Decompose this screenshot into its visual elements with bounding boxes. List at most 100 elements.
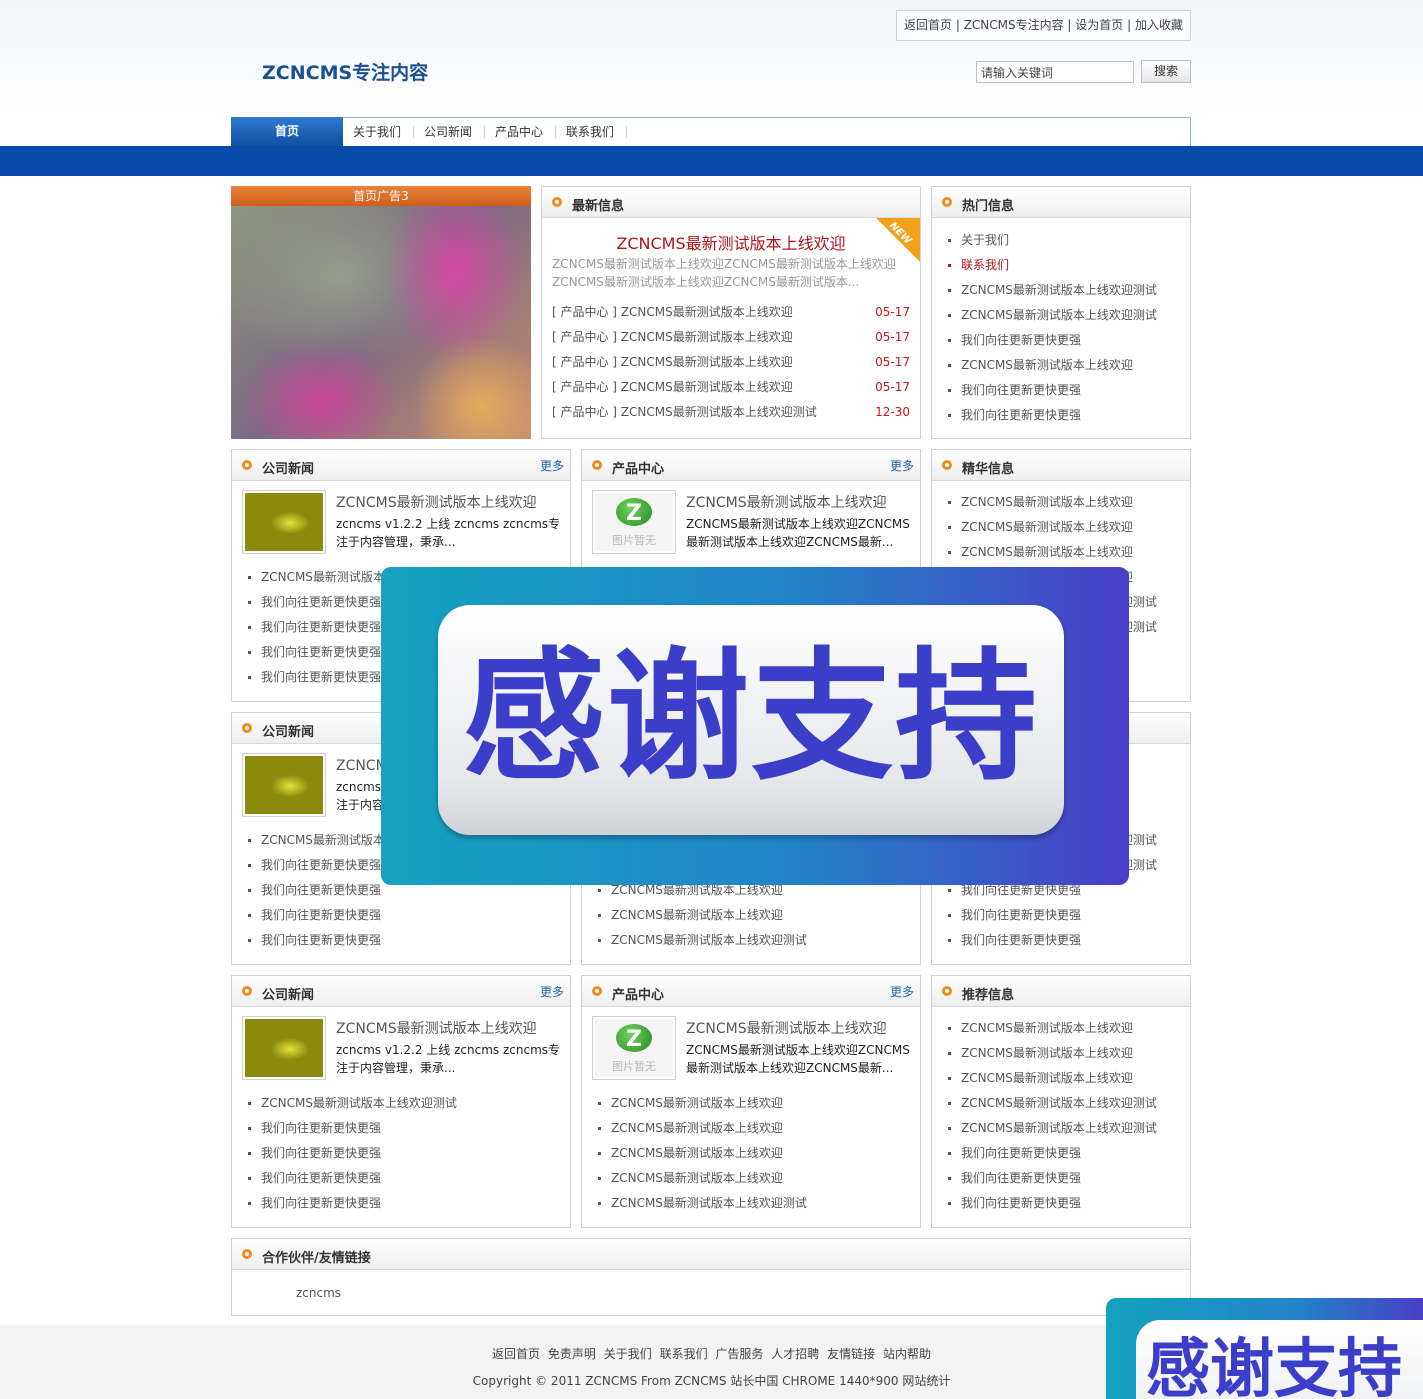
list-item[interactable]: 我们向往更新更快更强 [945, 1141, 1190, 1166]
thanks-popup-overlay[interactable]: 感谢支持 [381, 567, 1129, 885]
home-ad-banner[interactable]: 首页广告3 [231, 186, 531, 439]
list-item[interactable]: 我们向往更新更快更强 [945, 1166, 1190, 1191]
thanks-float-badge[interactable]: 感谢支持 [1106, 1298, 1423, 1399]
list-item[interactable]: ZCNCMS最新测试版本上线欢迎 [945, 540, 1190, 565]
nav-item-about[interactable]: 关于我们 [343, 126, 415, 138]
thanks-popup-button[interactable]: 感谢支持 [438, 605, 1064, 835]
list-item[interactable]: 我们向往更新更快更强 [245, 1191, 570, 1216]
item-text: [ 产品中心 ] ZCNCMS最新测试版本上线欢迎 [552, 330, 793, 344]
latest-headline[interactable]: ZCNCMS最新测试版本上线欢迎 [542, 230, 920, 254]
photo-image [245, 756, 323, 814]
list-item[interactable]: ZCNCMS最新测试版本上线欢迎测试 [945, 303, 1190, 328]
site-logo[interactable]: ZCNCMS专注内容 [262, 58, 428, 85]
box-header: 热门信息 [932, 187, 1190, 218]
featured-title[interactable]: ZCNCMS最新测试版本上线欢迎 [686, 492, 887, 512]
list-item[interactable]: [ 产品中心 ] ZCNCMS最新测试版本上线欢迎 05-17 [552, 300, 910, 325]
list-item[interactable]: 我们向往更新更快更强 [945, 928, 1190, 953]
nav-item-contact[interactable]: 联系我们 [556, 126, 628, 138]
list-item[interactable]: 联系我们 [945, 253, 1190, 278]
box-header: 合作伙伴/友情链接 [232, 1239, 1190, 1270]
bullet-circle-icon [552, 197, 562, 207]
list-item[interactable]: 我们向往更新更快更强 [245, 928, 570, 953]
bullet-circle-icon [942, 986, 952, 996]
product-list: ZCNCMS最新测试版本上线欢迎 ZCNCMS最新测试版本上线欢迎 ZCNCMS… [582, 1091, 920, 1216]
list-item[interactable]: ZCNCMS最新测试版本上线欢迎 [945, 515, 1190, 540]
list-item[interactable]: 我们向往更新更快更强 [945, 403, 1190, 428]
item-text: [ 产品中心 ] ZCNCMS最新测试版本上线欢迎 [552, 380, 793, 394]
more-link[interactable]: 更多 [540, 983, 564, 1000]
product-thumbnail[interactable]: Z 图片暂无 [592, 1016, 676, 1080]
article-thumbnail[interactable] [242, 753, 326, 817]
partner-link[interactable]: zcncms [296, 1286, 341, 1300]
box-title: 推荐信息 [962, 988, 1015, 1003]
thumb-label: 图片暂无 [612, 534, 656, 547]
list-item[interactable]: ZCNCMS最新测试版本上线欢迎测试 [595, 928, 920, 953]
main-nav: 首页 关于我们 公司新闻 产品中心 联系我们 [231, 117, 1191, 147]
list-item[interactable]: 我们向往更新更快更强 [945, 378, 1190, 403]
list-item[interactable]: [ 产品中心 ] ZCNCMS最新测试版本上线欢迎 05-17 [552, 375, 910, 400]
list-item[interactable]: ZCNCMS最新测试版本上线欢迎测试 [595, 1191, 920, 1216]
list-item[interactable]: 我们向往更新更快更强 [245, 903, 570, 928]
search-button[interactable]: 搜索 [1141, 60, 1191, 83]
list-item[interactable]: ZCNCMS最新测试版本上线欢迎 [945, 1016, 1190, 1041]
list-item[interactable]: ZCNCMS最新测试版本上线欢迎 [595, 903, 920, 928]
list-item[interactable]: 关于我们 [945, 228, 1190, 253]
list-item[interactable]: ZCNCMS最新测试版本上线欢迎 [595, 1166, 920, 1191]
news-list: ZCNCMS最新测试版本上线欢迎测试 我们向往更新更快更强 我们向往更新更快更强… [232, 1091, 570, 1216]
box-header: 产品中心 更多 [582, 976, 920, 1007]
list-item[interactable]: ZCNCMS最新测试版本上线欢迎 [595, 1091, 920, 1116]
more-link[interactable]: 更多 [890, 983, 914, 1000]
list-item[interactable]: 我们向往更新更快更强 [945, 1191, 1190, 1216]
list-item[interactable]: ZCNCMS最新测试版本上线欢迎 [945, 490, 1190, 515]
footer-link-disclaimer[interactable]: 免责声明 [548, 1347, 596, 1361]
featured-desc: zcncms v1.2.2 上线 zcncms zcncms专注于内容管理，秉承… [336, 1043, 561, 1075]
list-item[interactable]: ZCNCMS最新测试版本上线欢迎测试 [945, 1116, 1190, 1141]
list-item[interactable]: 我们向往更新更快更强 [245, 1141, 570, 1166]
footer-link-about[interactable]: 关于我们 [604, 1347, 652, 1361]
list-item[interactable]: ZCNCMS最新测试版本上线欢迎 [945, 353, 1190, 378]
box-header: 推荐信息 [932, 976, 1190, 1007]
footer-link-ads[interactable]: 广告服务 [715, 1347, 763, 1361]
search-input[interactable] [976, 61, 1134, 83]
list-item[interactable]: ZCNCMS最新测试版本上线欢迎 [595, 1116, 920, 1141]
footer-link-home[interactable]: 返回首页 [492, 1347, 540, 1361]
hot-info-box: 热门信息 关于我们 联系我们 ZCNCMS最新测试版本上线欢迎测试 ZCNCMS… [931, 186, 1191, 439]
item-date: 05-17 [875, 355, 910, 369]
article-thumbnail[interactable] [242, 490, 326, 554]
list-item[interactable]: ZCNCMS最新测试版本上线欢迎 [945, 1066, 1190, 1091]
list-item[interactable]: 我们向往更新更快更强 [945, 328, 1190, 353]
list-item[interactable]: ZCNCMS最新测试版本上线欢迎测试 [945, 278, 1190, 303]
featured-title[interactable]: ZCNCMS最新测试版本上线欢迎 [686, 1018, 887, 1038]
article-thumbnail[interactable] [242, 1016, 326, 1080]
footer-link-help[interactable]: 站内帮助 [883, 1347, 931, 1361]
footer-link-friends[interactable]: 友情链接 [827, 1347, 875, 1361]
more-link[interactable]: 更多 [540, 457, 564, 474]
list-item[interactable]: ZCNCMS最新测试版本上线欢迎 [595, 1141, 920, 1166]
box-title: 产品中心 [612, 462, 665, 477]
list-item[interactable]: [ 产品中心 ] ZCNCMS最新测试版本上线欢迎测试 12-30 [552, 400, 910, 425]
list-item[interactable]: ZCNCMS最新测试版本上线欢迎测试 [245, 1091, 570, 1116]
footer-link-contact[interactable]: 联系我们 [660, 1347, 708, 1361]
featured-title[interactable]: ZCNCMS最新测试版本上线欢迎 [336, 492, 537, 512]
featured-title[interactable]: ZCNCMS最新测试版本上线欢迎 [336, 1018, 537, 1038]
featured-article: ZCNCMS最新测试版本上线欢迎 zcncms v1.2.2 上线 zcncms… [242, 1016, 562, 1082]
nav-item-products[interactable]: 产品中心 [485, 126, 557, 138]
footer-link-jobs[interactable]: 人才招聘 [771, 1347, 819, 1361]
list-item[interactable]: ZCNCMS最新测试版本上线欢迎测试 [945, 1091, 1190, 1116]
thanks-float-button[interactable]: 感谢支持 [1136, 1320, 1423, 1399]
list-item[interactable]: 我们向往更新更快更强 [945, 903, 1190, 928]
box-title: 公司新闻 [262, 462, 315, 477]
more-link[interactable]: 更多 [890, 457, 914, 474]
hot-list: 关于我们 联系我们 ZCNCMS最新测试版本上线欢迎测试 ZCNCMS最新测试版… [932, 228, 1190, 428]
list-item[interactable]: ZCNCMS最新测试版本上线欢迎 [945, 1041, 1190, 1066]
top-links[interactable]: 返回首页 | ZCNCMS专注内容 | 设为首页 | 加入收藏 [896, 10, 1191, 41]
featured-article: ZCNCMS最新测试版本上线欢迎 zcncms v1.2.2 上线 zcncms… [242, 490, 562, 556]
list-item[interactable]: [ 产品中心 ] ZCNCMS最新测试版本上线欢迎 05-17 [552, 350, 910, 375]
nav-item-news[interactable]: 公司新闻 [414, 126, 486, 138]
product-thumbnail[interactable]: Z 图片暂无 [592, 490, 676, 554]
box-title: 精华信息 [962, 462, 1015, 477]
list-item[interactable]: 我们向往更新更快更强 [245, 1166, 570, 1191]
nav-item-home[interactable]: 首页 [231, 117, 343, 147]
list-item[interactable]: 我们向往更新更快更强 [245, 1116, 570, 1141]
list-item[interactable]: [ 产品中心 ] ZCNCMS最新测试版本上线欢迎 05-17 [552, 325, 910, 350]
